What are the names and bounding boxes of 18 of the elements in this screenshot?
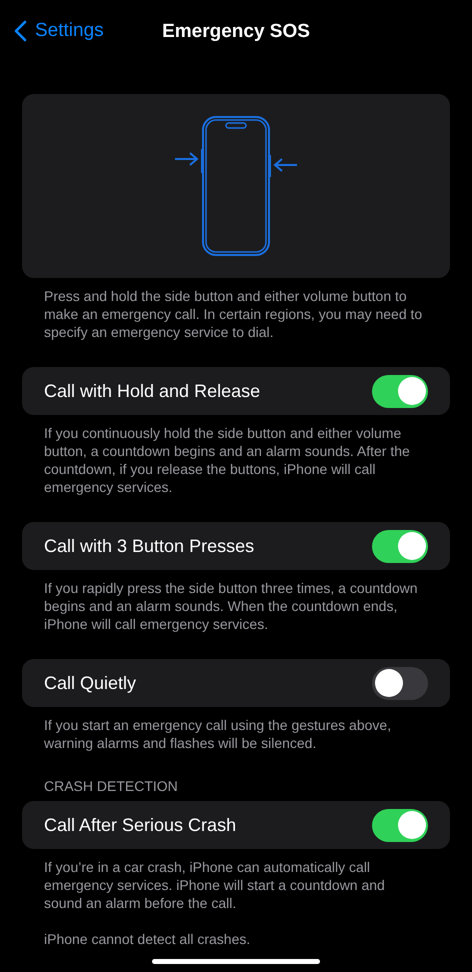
footer-text: If you rapidly press the side button three times, a countdown begins and an alarm sounds. When the countdown ends, iPhone will call emergency services.	[43, 579, 419, 633]
chevron-left-icon	[14, 20, 27, 42]
footer-text: If you continuously hold the side button and either volume button, a countdown begins and an alarm sounds. After the countdown, if you release the buttons, iPhone will call emergency services.	[43, 424, 411, 496]
footer-text: If you’re in a car crash, iPhone can automatically call emergency services. iPhone will start a countdown and sound an alarm before the call.	[43, 858, 386, 912]
section-header: CRASH DETECTION	[43, 778, 179, 794]
row-label: Call with Hold and Release	[44, 380, 260, 402]
toggle-switch[interactable]	[372, 374, 428, 408]
row-label: Call with 3 Button Presses	[44, 536, 254, 556]
footer-text: Press and hold the side button and either volume button to make an emergency call. In certain regions, you may need to specify an emergency service to dial.	[43, 287, 424, 341]
back-button[interactable]: Settings	[14, 20, 104, 42]
footer-text: If you start an emergency call using the gestures above, warning alarms and flashes will be silenced.	[43, 716, 392, 752]
toggle-switch[interactable]	[372, 530, 428, 562]
toggle-switch[interactable]	[372, 808, 428, 842]
row-label: Call After Serious Crash	[44, 814, 236, 836]
footer-text: iPhone cannot detect all crashes.	[43, 930, 252, 948]
page-title: Emergency SOS	[162, 21, 310, 43]
toggle-switch[interactable]	[372, 666, 428, 700]
row-label: Call Quietly	[44, 672, 136, 694]
